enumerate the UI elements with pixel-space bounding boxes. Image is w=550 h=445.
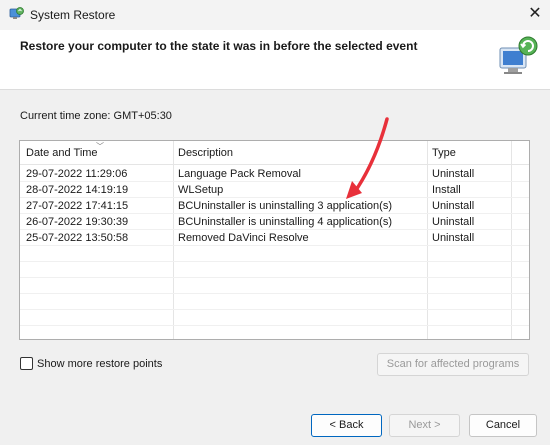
row-description: WLSetup	[178, 184, 224, 196]
sort-desc-icon: ﹀	[96, 142, 104, 151]
column-header-type[interactable]: Type	[432, 147, 456, 159]
restore-computer-icon	[499, 36, 538, 74]
system-restore-icon	[9, 7, 24, 19]
row-description: Language Pack Removal	[178, 168, 301, 180]
row-type: Install	[432, 184, 461, 196]
row-date: 27-07-2022 17:41:15	[26, 200, 129, 212]
empty-row	[20, 310, 529, 326]
table-row[interactable]: 29-07-2022 11:29:06 Language Pack Remova…	[20, 166, 529, 182]
back-button[interactable]: < Back	[311, 414, 382, 437]
row-date: 29-07-2022 11:29:06	[26, 168, 128, 180]
row-date: 26-07-2022 19:30:39	[26, 216, 129, 228]
table-row[interactable]: 26-07-2022 19:30:39 BCUninstaller is uni…	[20, 214, 529, 230]
next-button[interactable]: Next >	[389, 414, 460, 437]
empty-row	[20, 246, 529, 262]
table-row[interactable]: 28-07-2022 14:19:19 WLSetup Install	[20, 182, 529, 198]
scan-affected-programs-button[interactable]: Scan for affected programs	[377, 353, 529, 376]
restore-points-table[interactable]: Date and Time ﹀ Description Type 29-07-2…	[19, 140, 530, 340]
checkbox-box[interactable]	[20, 357, 33, 370]
title-bar: System Restore ✕	[0, 0, 550, 30]
window-title: System Restore	[30, 8, 116, 22]
show-more-checkbox[interactable]: Show more restore points	[20, 357, 162, 370]
row-date: 28-07-2022 14:19:19	[26, 184, 129, 196]
annotation-arrow-icon	[346, 117, 389, 199]
show-more-label: Show more restore points	[37, 357, 163, 370]
column-header-date[interactable]: Date and Time	[26, 147, 98, 159]
table-header: Date and Time ﹀ Description Type	[20, 141, 529, 165]
row-description: Removed DaVinci Resolve	[178, 232, 309, 244]
row-type: Uninstall	[432, 216, 475, 228]
table-row[interactable]: 27-07-2022 17:41:15 BCUninstaller is uni…	[20, 198, 529, 214]
row-date: 25-07-2022 13:50:58	[26, 232, 129, 244]
column-header-description[interactable]: Description	[178, 147, 233, 159]
cancel-button[interactable]: Cancel	[469, 414, 537, 437]
empty-row	[20, 294, 529, 310]
row-type: Uninstall	[432, 168, 475, 180]
close-button[interactable]: ✕	[520, 0, 550, 30]
timezone-label: Current time zone: GMT+05:30	[20, 110, 172, 122]
table-row[interactable]: 25-07-2022 13:50:58 Removed DaVinci Reso…	[20, 230, 529, 246]
empty-row	[20, 278, 529, 294]
empty-row	[20, 262, 529, 278]
header-panel: Restore your computer to the state it wa…	[0, 30, 550, 90]
page-title: Restore your computer to the state it wa…	[20, 39, 418, 53]
row-description: BCUninstaller is uninstalling 4 applicat…	[178, 216, 392, 228]
row-type: Uninstall	[432, 232, 475, 244]
row-type: Uninstall	[432, 200, 475, 212]
